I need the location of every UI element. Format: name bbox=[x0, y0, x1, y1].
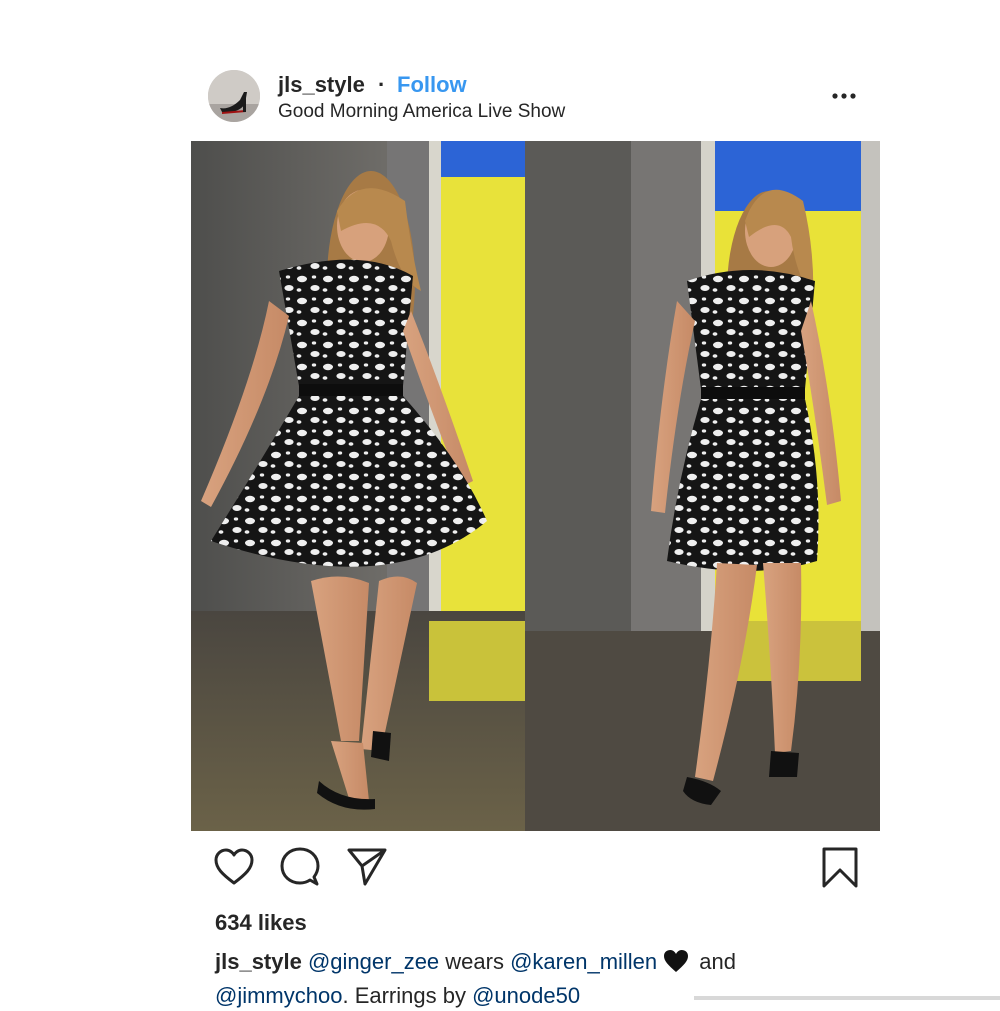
post-photo[interactable] bbox=[191, 141, 880, 831]
comment-icon[interactable] bbox=[278, 846, 322, 890]
author-username[interactable]: jls_style bbox=[278, 72, 365, 98]
post-header: jls_style · Follow Good Morning America … bbox=[190, 62, 880, 140]
mention-unode50[interactable]: @unode50 bbox=[472, 983, 580, 1008]
post-location[interactable]: Good Morning America Live Show bbox=[278, 101, 565, 123]
post-actions bbox=[190, 846, 880, 896]
scroll-indicator bbox=[694, 996, 1000, 1000]
instagram-post: jls_style · Follow Good Morning America … bbox=[190, 62, 880, 1008]
bookmark-icon[interactable] bbox=[818, 846, 862, 890]
more-options-icon[interactable] bbox=[830, 84, 860, 108]
author-avatar[interactable] bbox=[208, 70, 260, 122]
mention-ginger-zee[interactable]: @ginger_zee bbox=[308, 949, 439, 974]
photo-right-panel bbox=[525, 141, 880, 831]
send-icon[interactable] bbox=[345, 846, 389, 890]
mention-jimmychoo[interactable]: @jimmychoo bbox=[215, 983, 342, 1008]
photo-left-panel bbox=[191, 141, 525, 831]
likes-count[interactable]: 634 likes bbox=[215, 910, 307, 936]
black-heart-emoji bbox=[663, 949, 689, 981]
red-shoe-avatar-image bbox=[208, 70, 260, 122]
post-caption: jls_style @ginger_zee wears @karen_mille… bbox=[215, 947, 875, 1011]
caption-text: wears bbox=[439, 949, 511, 974]
caption-text: . Earrings by bbox=[342, 983, 473, 1008]
caption-username[interactable]: jls_style bbox=[215, 949, 302, 974]
heart-icon[interactable] bbox=[212, 846, 256, 890]
mention-karen-millen[interactable]: @karen_millen bbox=[510, 949, 657, 974]
follow-button[interactable]: Follow bbox=[397, 72, 467, 98]
separator-dot: · bbox=[378, 72, 386, 97]
caption-text: and bbox=[693, 949, 736, 974]
